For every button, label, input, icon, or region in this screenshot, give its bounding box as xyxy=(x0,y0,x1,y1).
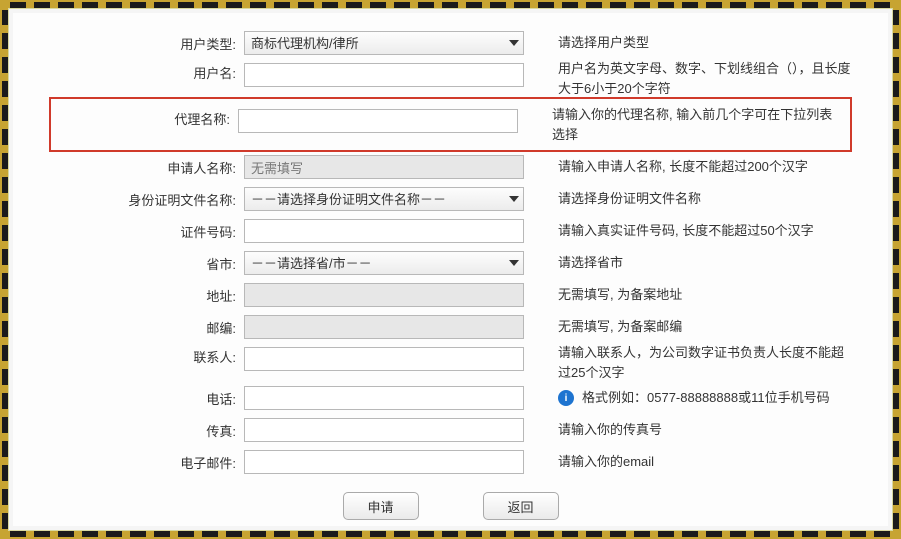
input-applicant[interactable] xyxy=(244,155,524,179)
hint-phone-text: 格式例如：0577-88888888或11位手机号码 xyxy=(582,388,830,408)
hint-fax: 请输入你的传真号 xyxy=(524,420,852,440)
button-row: 申请 返回 xyxy=(49,492,852,520)
form-container: 用户类型: 商标代理机构/律所 请选择用户类型 用户名: 用户名为英文字母、数字… xyxy=(8,8,893,531)
row-id-doc: 身份证明文件名称: －－请选择身份证明文件名称－－ 请选择身份证明文件名称 xyxy=(49,183,852,215)
row-address: 地址: 无需填写, 为备案地址 xyxy=(49,279,852,311)
row-fax: 传真: 请输入你的传真号 xyxy=(49,414,852,446)
row-email: 电子邮件: 请输入你的email xyxy=(49,446,852,478)
back-button[interactable]: 返回 xyxy=(483,492,559,520)
label-agent-name: 代理名称: xyxy=(51,105,238,128)
hint-id-number: 请输入真实证件号码, 长度不能超过50个汉字 xyxy=(524,221,852,241)
frame-border-bottom xyxy=(10,531,891,537)
hint-applicant: 请输入申请人名称, 长度不能超过200个汉字 xyxy=(524,157,852,177)
label-id-number: 证件号码: xyxy=(49,222,244,241)
label-applicant: 申请人名称: xyxy=(49,158,244,177)
row-user-type: 用户类型: 商标代理机构/律所 请选择用户类型 xyxy=(49,27,852,59)
label-province: 省市: xyxy=(49,254,244,273)
label-postcode: 邮编: xyxy=(49,318,244,337)
select-province[interactable]: －－请选择省/市－－ xyxy=(244,251,524,275)
row-applicant: 申请人名称: 请输入申请人名称, 长度不能超过200个汉字 xyxy=(49,151,852,183)
input-agent-name[interactable] xyxy=(238,109,518,133)
row-province: 省市: －－请选择省/市－－ 请选择省市 xyxy=(49,247,852,279)
hint-province: 请选择省市 xyxy=(524,253,852,273)
hint-id-doc: 请选择身份证明文件名称 xyxy=(524,189,852,209)
row-phone: 电话: i 格式例如：0577-88888888或11位手机号码 xyxy=(49,382,852,414)
input-id-number[interactable] xyxy=(244,219,524,243)
label-phone: 电话: xyxy=(49,389,244,408)
hint-username: 用户名为英文字母、数字、下划线组合（），且长度大于6小于20个字符 xyxy=(524,59,852,98)
row-id-number: 证件号码: 请输入真实证件号码, 长度不能超过50个汉字 xyxy=(49,215,852,247)
submit-button[interactable]: 申请 xyxy=(343,492,419,520)
hint-phone: i 格式例如：0577-88888888或11位手机号码 xyxy=(524,388,852,408)
label-id-doc: 身份证明文件名称: xyxy=(49,190,244,209)
label-username: 用户名: xyxy=(49,59,244,82)
label-address: 地址: xyxy=(49,286,244,305)
info-icon: i xyxy=(558,390,574,406)
input-phone[interactable] xyxy=(244,386,524,410)
row-postcode: 邮编: 无需填写, 为备案邮编 xyxy=(49,311,852,343)
input-email[interactable] xyxy=(244,450,524,474)
row-contact: 联系人: 请输入联系人，为公司数字证书负责人长度不能超过25个汉字 xyxy=(49,343,852,382)
input-fax[interactable] xyxy=(244,418,524,442)
hint-address: 无需填写, 为备案地址 xyxy=(524,285,852,305)
label-fax: 传真: xyxy=(49,421,244,440)
label-user-type: 用户类型: xyxy=(49,34,244,53)
label-email: 电子邮件: xyxy=(49,453,244,472)
input-postcode[interactable] xyxy=(244,315,524,339)
select-id-doc[interactable]: －－请选择身份证明文件名称－－ xyxy=(244,187,524,211)
select-user-type[interactable]: 商标代理机构/律所 xyxy=(244,31,524,55)
row-username: 用户名: 用户名为英文字母、数字、下划线组合（），且长度大于6小于20个字符 xyxy=(49,59,852,98)
frame-border-right xyxy=(893,10,899,529)
input-username[interactable] xyxy=(244,63,524,87)
label-contact: 联系人: xyxy=(49,343,244,366)
input-address[interactable] xyxy=(244,283,524,307)
row-agent-name: 代理名称: 请输入你的代理名称, 输入前几个字可在下拉列表选择 xyxy=(49,97,852,152)
hint-email: 请输入你的email xyxy=(524,452,852,472)
hint-contact: 请输入联系人，为公司数字证书负责人长度不能超过25个汉字 xyxy=(524,343,852,382)
input-contact[interactable] xyxy=(244,347,524,371)
hint-postcode: 无需填写, 为备案邮编 xyxy=(524,317,852,337)
hint-agent-name: 请输入你的代理名称, 输入前几个字可在下拉列表选择 xyxy=(518,105,842,144)
hint-user-type: 请选择用户类型 xyxy=(524,33,852,53)
